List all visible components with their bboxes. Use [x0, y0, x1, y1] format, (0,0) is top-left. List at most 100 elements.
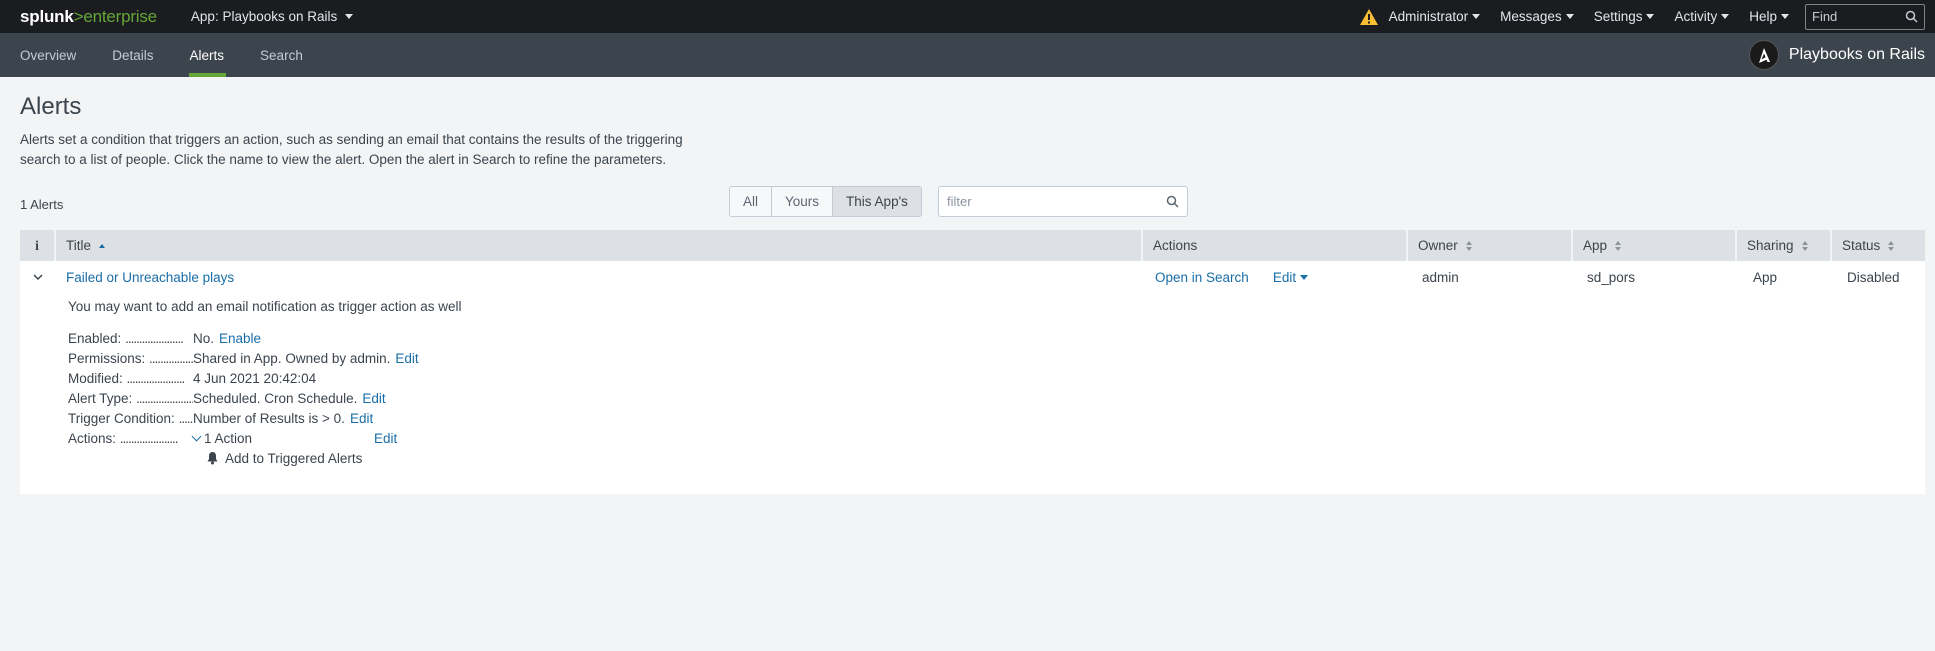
enabled-property: Enabled: ..................... No. Enabl… [68, 328, 1925, 348]
alert-title-link[interactable]: Failed or Unreachable plays [66, 270, 234, 285]
trigger-condition-edit-link[interactable]: Edit [350, 411, 373, 426]
enabled-value: No. [193, 330, 215, 346]
chevron-down-icon [33, 273, 43, 280]
enabled-label: Enabled: ..................... [68, 330, 184, 346]
tab-overview[interactable]: Overview [20, 33, 92, 77]
alert-type-value: Scheduled. Cron Schedule. [193, 390, 358, 406]
help-menu-label: Help [1749, 9, 1777, 24]
enable-link[interactable]: Enable [219, 331, 261, 346]
find-field[interactable] [1805, 3, 1925, 30]
app-column-header[interactable]: App [1573, 230, 1737, 261]
global-header: splunk >enterprise App: Playbooks on Rail… [0, 0, 1935, 33]
settings-menu[interactable]: Settings [1594, 9, 1655, 24]
trigger-condition-property: Trigger Condition: .....................… [68, 408, 1925, 428]
trigger-condition-label-text: Trigger Condition: [68, 410, 175, 426]
search-icon[interactable] [1905, 10, 1918, 23]
trigger-condition-value: Number of Results is > 0. [193, 410, 345, 426]
page-title: Alerts [20, 93, 82, 120]
permissions-label: Permissions: ..................... [68, 350, 193, 366]
action-item-label: Add to Triggered Alerts [225, 450, 363, 466]
sort-icon [1888, 240, 1895, 251]
tab-overview-label: Overview [20, 47, 77, 63]
table-row: Failed or Unreachable plays Open in Sear… [20, 261, 1925, 293]
sort-ascending-icon [99, 243, 106, 248]
alert-type-edit-link[interactable]: Edit [362, 391, 385, 406]
warning-icon[interactable] [1359, 8, 1379, 26]
sharing-header-label: Sharing [1747, 238, 1794, 253]
app-brand[interactable]: Playbooks on Rails [1748, 33, 1925, 77]
filter-all-button[interactable]: All [730, 187, 773, 216]
sort-icon [1801, 240, 1808, 251]
filter-input[interactable] [947, 194, 1166, 209]
app-menu-label: App: Playbooks on Rails [190, 9, 338, 24]
table-header: i Title Actions Owner App Sharing Status [20, 230, 1925, 261]
app-bar: Overview Details Alerts Search Playbooks… [0, 33, 1935, 77]
permissions-property: Permissions: ..................... Share… [68, 348, 1925, 368]
search-icon[interactable] [1166, 195, 1179, 208]
chevron-down-icon[interactable] [191, 431, 202, 441]
owner-header-label: Owner [1418, 238, 1458, 253]
filter-this-app-button[interactable]: This App's [833, 187, 921, 216]
edit-menu-label: Edit [1272, 269, 1297, 285]
sharing-column-header[interactable]: Sharing [1737, 230, 1832, 261]
status-cell: Disabled [1847, 269, 1900, 285]
permissions-value: Shared in App. Owned by admin. [193, 350, 391, 366]
tab-search[interactable]: Search [260, 33, 319, 77]
chevron-down-icon [1646, 14, 1655, 19]
tab-details-label: Details [112, 47, 154, 63]
chevron-down-icon [1565, 14, 1574, 19]
tab-search-label: Search [260, 47, 303, 63]
alerts-count: 1 Alerts [20, 197, 64, 212]
actions-header-label: Actions [1153, 238, 1198, 253]
title-header-label: Title [66, 238, 92, 253]
activity-menu[interactable]: Activity [1674, 9, 1730, 24]
alert-note: You may want to add an email notificatio… [68, 299, 462, 314]
actions-label: Actions: ..................... [68, 430, 179, 446]
owner-column-header[interactable]: Owner [1408, 230, 1573, 261]
status-column-header[interactable]: Status [1832, 230, 1925, 261]
permissions-edit-link[interactable]: Edit [395, 351, 418, 366]
splunk-logo[interactable]: splunk >enterprise [20, 7, 157, 27]
chevron-down-icon [345, 14, 354, 19]
modified-property: Modified: ..................... 4 Jun 20… [68, 368, 1925, 388]
logo-accent-text: >enterprise [73, 6, 158, 26]
actions-edit-link[interactable]: Edit [374, 431, 397, 446]
messages-menu[interactable]: Messages [1500, 9, 1574, 24]
expand-toggle[interactable] [20, 261, 56, 293]
actions-value[interactable]: 1 Action [204, 431, 374, 446]
actions-label-text: Actions: [68, 430, 117, 446]
tab-alerts[interactable]: Alerts [188, 33, 241, 77]
settings-menu-label: Settings [1593, 9, 1643, 24]
trigger-condition-label: Trigger Condition: ..................... [68, 410, 193, 426]
edit-menu[interactable]: Edit [1272, 269, 1309, 285]
actions-property: Actions: ..................... 1 Action … [68, 428, 1925, 448]
alert-details: You may want to add an email notificatio… [20, 293, 1925, 494]
app-name: Playbooks on Rails [1788, 46, 1925, 63]
find-input[interactable] [1812, 9, 1905, 24]
filter-yours-button[interactable]: Yours [772, 187, 834, 216]
administrator-menu[interactable]: Administrator [1389, 9, 1481, 24]
actions-column-header: Actions [1143, 230, 1408, 261]
tab-details[interactable]: Details [112, 33, 169, 77]
app-cell: sd_pors [1587, 269, 1636, 285]
enabled-label-text: Enabled: [68, 330, 122, 346]
ownership-filter: All Yours This App's [729, 186, 922, 217]
alert-type-label-text: Alert Type: [68, 390, 133, 406]
sharing-cell: App [1753, 269, 1778, 285]
action-item: Add to Triggered Alerts [206, 448, 1925, 468]
app-menu[interactable]: App: Playbooks on Rails [190, 9, 354, 24]
chevron-down-icon [1721, 14, 1730, 19]
modified-label-text: Modified: [68, 370, 123, 386]
title-column-header[interactable]: Title [56, 230, 1143, 261]
status-header-label: Status [1842, 238, 1881, 253]
alert-type-property: Alert Type: ..................... Schedu… [68, 388, 1925, 408]
open-in-search-link[interactable]: Open in Search [1155, 270, 1249, 285]
page-description: Alerts set a condition that triggers an … [20, 132, 683, 167]
modified-label: Modified: ..................... [68, 370, 185, 386]
messages-menu-label: Messages [1500, 9, 1562, 24]
filter-field[interactable] [938, 186, 1188, 217]
sort-icon [1615, 240, 1622, 251]
administrator-menu-label: Administrator [1388, 9, 1469, 24]
help-menu[interactable]: Help [1749, 9, 1789, 24]
info-column-header: i [20, 230, 56, 261]
